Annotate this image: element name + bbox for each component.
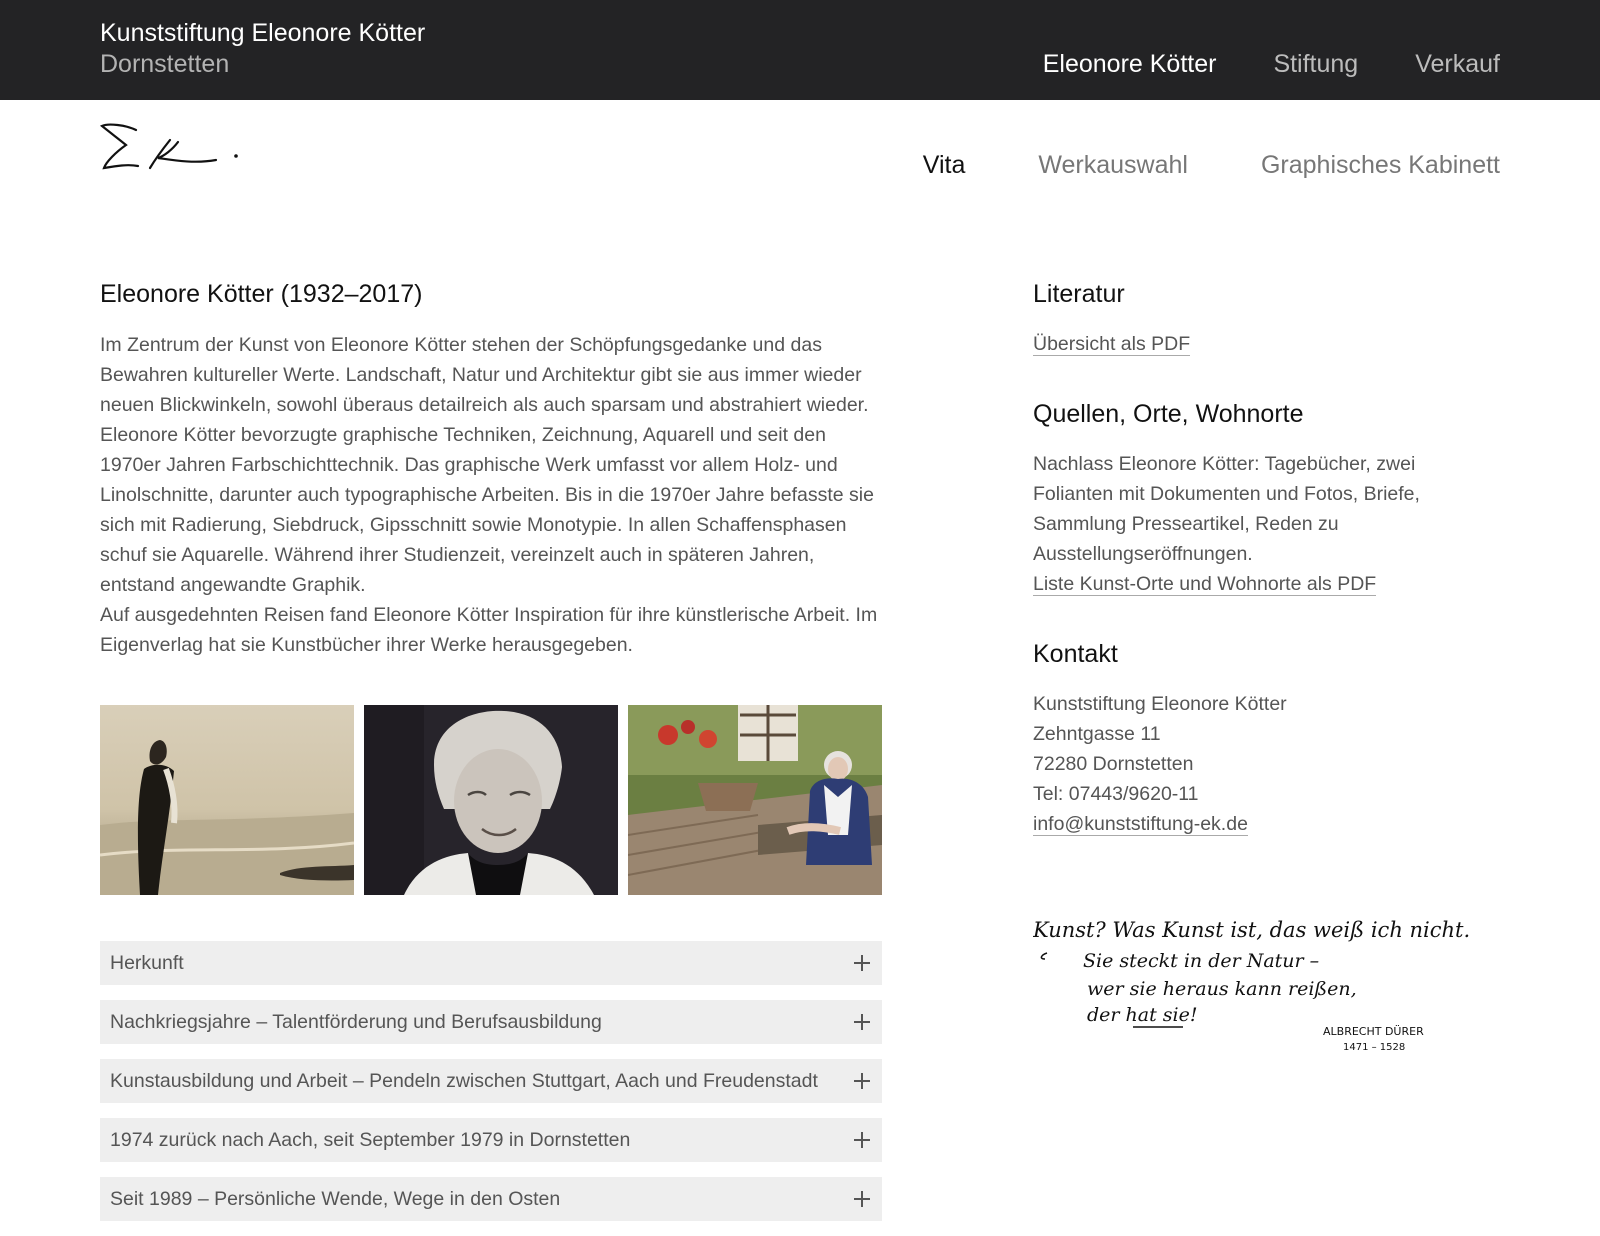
photo-strip bbox=[100, 705, 882, 895]
sub-nav: Vita Werkauswahl Graphisches Kabinett bbox=[923, 151, 1500, 180]
quellen-heading: Quellen, Orte, Wohnorte bbox=[1033, 400, 1304, 428]
quellen-section: Quellen, Orte, Wohnorte Nachlass Eleonor… bbox=[1033, 400, 1503, 599]
photo-portrait[interactable] bbox=[364, 705, 618, 895]
main-nav-stiftung[interactable]: Stiftung bbox=[1273, 50, 1358, 79]
kontakt-name: Kunststiftung Eleonore Kötter bbox=[1033, 693, 1287, 715]
kontakt-city: 72280 Dornstetten bbox=[1033, 753, 1194, 775]
quote-line: der hat sie! bbox=[1087, 1004, 1197, 1026]
photo-beach[interactable] bbox=[100, 705, 354, 895]
quote-author: ALBRECHT DÜRER bbox=[1323, 1025, 1424, 1038]
page-title: Eleonore Kötter (1932–2017) bbox=[100, 280, 423, 308]
plus-icon[interactable] bbox=[854, 1191, 870, 1207]
intro-text: Im Zentrum der Kunst von Eleonore Kötter… bbox=[100, 330, 890, 660]
accordion-label: Herkunft bbox=[110, 951, 184, 974]
plus-icon[interactable] bbox=[854, 1132, 870, 1148]
quellen-text-line: Ausstellungseröffnungen. bbox=[1033, 543, 1253, 565]
plus-icon[interactable] bbox=[854, 1073, 870, 1089]
intro-paragraph: Auf ausgedehnten Reisen fand Eleonore Kö… bbox=[100, 604, 878, 656]
kontakt-heading: Kontakt bbox=[1033, 640, 1118, 668]
quote-years: 1471 – 1528 bbox=[1343, 1042, 1405, 1053]
duerer-quote-handwriting: Kunst? Was Kunst ist, das weiß ich nicht… bbox=[1033, 918, 1470, 1053]
quellen-text-line: Nachlass Eleonore Kötter: Tagebücher, zw… bbox=[1033, 453, 1416, 475]
literatur-pdf-link[interactable]: Übersicht als PDF bbox=[1033, 333, 1191, 356]
quellen-text-line: Folianten mit Dokumenten und Fotos, Brie… bbox=[1033, 483, 1420, 505]
quellen-text-line: Sammlung Presseartikel, Reden zu bbox=[1033, 513, 1339, 535]
vita-accordion: Herkunft Nachkriegsjahre – Talentförderu… bbox=[100, 941, 882, 1236]
accordion-label: Kunstausbildung und Arbeit – Pendeln zwi… bbox=[110, 1069, 818, 1092]
plus-icon[interactable] bbox=[854, 1014, 870, 1030]
kontakt-email-link[interactable]: info@kunststiftung-ek.de bbox=[1033, 813, 1248, 836]
kontakt-street: Zehntgasse 11 bbox=[1033, 723, 1161, 745]
orte-pdf-link[interactable]: Liste Kunst-Orte und Wohnorte als PDF bbox=[1033, 573, 1377, 596]
main-nav-verkauf[interactable]: Verkauf bbox=[1415, 50, 1500, 79]
main-nav: Eleonore Kötter Stiftung Verkauf bbox=[1043, 50, 1500, 79]
site-title[interactable]: Kunststiftung Eleonore Kötter bbox=[100, 19, 425, 48]
top-bar: Kunststiftung Eleonore Kötter Dornstette… bbox=[0, 0, 1600, 100]
intro-paragraph: Im Zentrum der Kunst von Eleonore Kötter… bbox=[100, 334, 874, 596]
quote-line: wer sie heraus kann reißen, bbox=[1087, 978, 1357, 1000]
kontakt-tel: Tel: 07443/9620-11 bbox=[1033, 783, 1199, 805]
quote-line: Sie steckt in der Natur – bbox=[1083, 950, 1319, 972]
accordion-label: Nachkriegsjahre – Talentförderung und Be… bbox=[110, 1010, 602, 1033]
accordion-item-herkunft[interactable]: Herkunft bbox=[100, 941, 882, 985]
sub-nav-graphisches-kabinett[interactable]: Graphisches Kabinett bbox=[1261, 151, 1500, 180]
main-nav-eleonore-koetter[interactable]: Eleonore Kötter bbox=[1043, 50, 1217, 79]
literatur-section: Literatur Übersicht als PDF bbox=[1033, 280, 1503, 359]
accordion-item-1974[interactable]: 1974 zurück nach Aach, seit September 19… bbox=[100, 1118, 882, 1162]
plus-icon[interactable] bbox=[854, 955, 870, 971]
accordion-label: Seit 1989 – Persönliche Wende, Wege in d… bbox=[110, 1187, 561, 1210]
accordion-item-seit-1989[interactable]: Seit 1989 – Persönliche Wende, Wege in d… bbox=[100, 1177, 882, 1221]
accordion-item-kunstausbildung[interactable]: Kunstausbildung und Arbeit – Pendeln zwi… bbox=[100, 1059, 882, 1103]
literatur-heading: Literatur bbox=[1033, 280, 1125, 308]
sub-nav-vita[interactable]: Vita bbox=[923, 151, 966, 180]
ek-signature-logo[interactable] bbox=[98, 120, 243, 180]
sub-nav-werkauswahl[interactable]: Werkauswahl bbox=[1038, 151, 1188, 180]
accordion-label: 1974 zurück nach Aach, seit September 19… bbox=[110, 1128, 631, 1151]
photo-garden[interactable] bbox=[628, 705, 882, 895]
accordion-item-nachkriegsjahre[interactable]: Nachkriegsjahre – Talentförderung und Be… bbox=[100, 1000, 882, 1044]
site-subtitle[interactable]: Dornstetten bbox=[100, 50, 229, 79]
quote-line: Kunst? Was Kunst ist, das weiß ich nicht… bbox=[1033, 918, 1470, 942]
kontakt-section: Kontakt Kunststiftung Eleonore Kötter Ze… bbox=[1033, 640, 1503, 839]
